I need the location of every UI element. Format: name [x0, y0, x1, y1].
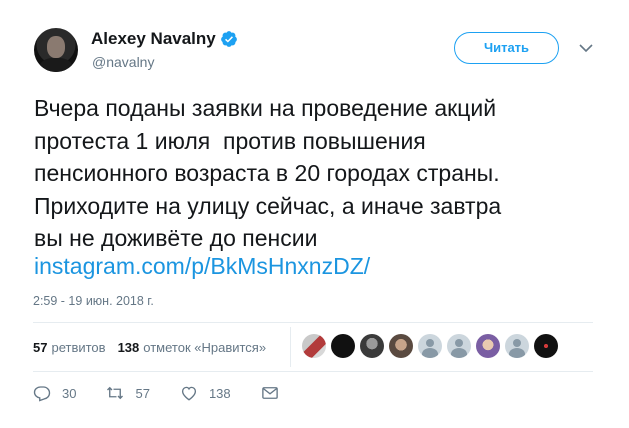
liker-avatars — [302, 334, 563, 358]
liker-avatar[interactable] — [505, 334, 529, 358]
author-name-row: Alexey Navalny — [91, 29, 238, 49]
heart-icon — [181, 386, 196, 401]
liker-avatar[interactable] — [476, 334, 500, 358]
divider — [33, 371, 593, 372]
avatar-face — [47, 36, 65, 58]
liker-avatar[interactable] — [331, 334, 355, 358]
tweet-timestamp[interactable]: 2:59 - 19 июн. 2018 г. — [33, 294, 154, 308]
verified-badge-icon — [220, 31, 237, 47]
liker-avatar[interactable] — [534, 334, 558, 358]
author-display-name[interactable]: Alexey Navalny — [91, 29, 216, 49]
likes-label: отметок «Нравится» — [143, 340, 267, 355]
envelope-icon — [261, 387, 278, 399]
like-count: 138 — [208, 385, 231, 401]
liker-avatar[interactable] — [389, 334, 413, 358]
retweet-icon — [107, 386, 124, 400]
likes-count: 138 — [117, 340, 140, 355]
retweet-action[interactable]: 57 — [106, 384, 150, 402]
follow-button[interactable]: Читать — [454, 32, 559, 64]
avatar-body — [40, 58, 72, 72]
chevron-down-icon[interactable] — [578, 40, 594, 56]
tweet-link[interactable]: instagram.com/p/BkMsHnxnzDZ/ — [34, 253, 370, 280]
liker-avatar[interactable] — [302, 334, 326, 358]
liker-avatar[interactable] — [418, 334, 442, 358]
tweet-text-line: Вчера поданы заявки на проведение акций — [34, 95, 497, 121]
author-handle[interactable]: @navalny — [92, 54, 154, 70]
tweet-actions: 30 57 138 — [33, 384, 320, 402]
stats-separator — [290, 327, 291, 367]
retweets-label: ретвитов — [51, 340, 106, 355]
retweets-stat[interactable]: 57 ретвитов — [33, 340, 106, 355]
liker-avatar[interactable] — [360, 334, 384, 358]
tweet-text-line: протеста 1 июля против повышения — [34, 127, 426, 154]
reply-icon — [33, 386, 51, 402]
divider — [33, 322, 593, 323]
reply-action[interactable]: 30 — [33, 384, 76, 402]
reply-count: 30 — [62, 385, 77, 401]
tweet-text-line: вы не доживёте до пенсии — [34, 225, 318, 251]
tweet-text: Вчера поданы заявки на проведение акций … — [34, 92, 614, 255]
retweet-count: 57 — [135, 385, 150, 401]
tweet-card: Alexey Navalny @navalny Читать Вчера под… — [0, 0, 629, 428]
tweet-stats: 57 ретвитов 138 отметок «Нравится» — [33, 340, 278, 355]
direct-message-action[interactable] — [261, 384, 290, 402]
tweet-text-line: пенсионного возраста в 20 городах страны… — [34, 160, 500, 186]
retweets-count: 57 — [33, 340, 48, 355]
like-action[interactable]: 138 — [180, 384, 231, 402]
author-avatar[interactable] — [34, 28, 78, 72]
liker-avatar[interactable] — [447, 334, 471, 358]
tweet-text-line: Приходите на улицу сейчас, а иначе завтр… — [34, 192, 502, 219]
likes-stat[interactable]: 138 отметок «Нравится» — [118, 340, 267, 355]
